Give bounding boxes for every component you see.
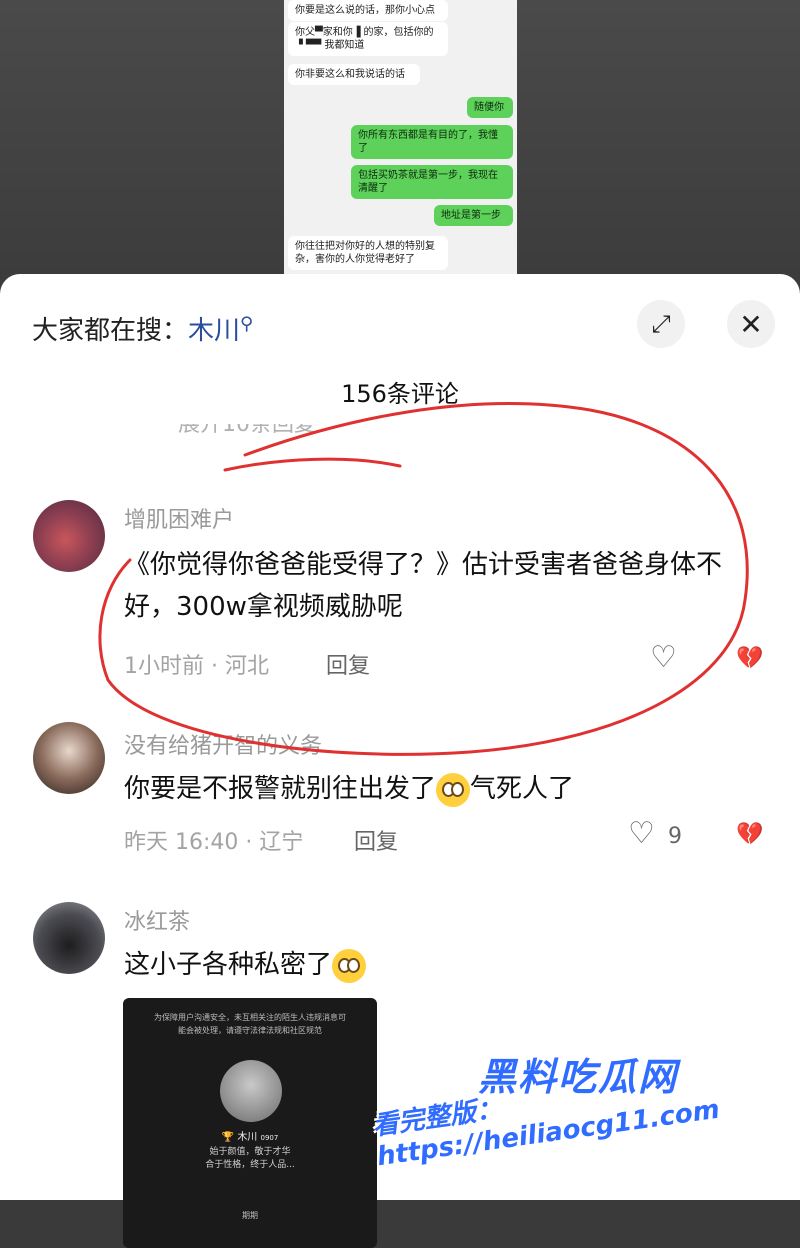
comment-meta: 昨天 16:40 · 辽宁 — [124, 830, 304, 855]
heart-icon[interactable]: ♡ — [628, 816, 655, 851]
bio-line: 始于颜值，敬于才华 — [209, 1147, 291, 1157]
comment-text: 《你觉得你爸爸能受得了？》估计受害者爸爸身体不好，300w拿视频威胁呢 — [124, 550, 723, 622]
chat-message: 地址是第一步 — [434, 205, 513, 226]
comment-text: 你要是不报警就别往出发了 气死人了 — [124, 768, 764, 810]
broken-heart-icon[interactable]: 💔 — [736, 646, 763, 671]
comment-text-part: 气死人了 — [470, 774, 575, 804]
profile-bio: 始于颜值，敬于才华 合于性格，终于人品... — [123, 1146, 377, 1172]
profile-name-suffix: 0907 — [260, 1134, 279, 1142]
comment-text-part: 你要是不报警就别往出发了 — [124, 774, 437, 804]
chat-screenshot-image: 你要是这么说的话，那你小心点 你父▀家和你▐ 的家，包括你的▝ ▀▀ 我都知道 … — [284, 0, 517, 300]
bio-line: 合于性格，终于人品... — [205, 1160, 295, 1170]
expand-button[interactable]: ⤢ — [637, 300, 685, 348]
heart-icon[interactable]: ♡ — [650, 640, 677, 675]
card-footer: 期期 — [242, 1211, 258, 1220]
profile-photo — [220, 1060, 282, 1122]
close-button[interactable]: ✕ — [727, 300, 775, 348]
chat-message: 随便你 — [467, 97, 513, 118]
profile-name-text: 木川 — [237, 1132, 258, 1143]
search-icon: ⚲ — [240, 313, 254, 335]
avatar[interactable] — [33, 902, 105, 974]
expand-replies-link[interactable]: 展开10条回复 — [178, 424, 316, 438]
comment-meta: 1小时前 · 河北 — [124, 654, 269, 679]
username[interactable]: 冰红茶 — [124, 904, 190, 936]
like-count: 9 — [668, 824, 682, 849]
profile-name: 🏆 木川 0907 — [123, 1128, 377, 1143]
avatar[interactable] — [33, 722, 105, 794]
chat-message: 你往往把对你好的人想的特别复杂，害你的人你觉得老好了 — [288, 236, 448, 270]
broken-heart-icon[interactable]: 💔 — [736, 822, 763, 847]
flushed-face-emoji-icon — [436, 772, 471, 807]
reply-button[interactable]: 回复 — [354, 824, 398, 856]
avatar[interactable] — [33, 500, 105, 572]
username[interactable]: 没有给猪开智的义务 — [124, 728, 322, 760]
chat-message: 你要是这么说的话，那你小心点 — [288, 0, 448, 21]
comment-count: 156条评论 — [341, 380, 459, 408]
expand-icon: ⤢ — [651, 310, 671, 338]
search-suggestion[interactable]: 大家都在搜：木川⚲ — [32, 310, 253, 347]
comment-sheet: 大家都在搜：木川⚲ ⤢ ✕ 156条评论 展开10条回复 增肌困难户 《你觉得你… — [0, 274, 800, 1248]
search-prefix: 大家都在搜： — [32, 316, 189, 346]
close-icon: ✕ — [739, 307, 763, 341]
reply-button[interactable]: 回复 — [326, 648, 370, 680]
search-keyword[interactable]: 木川 — [188, 316, 240, 346]
chat-message: 你非要这么和我说话的话 — [288, 64, 420, 85]
comment-text-part: 这小子各种私密了 — [124, 950, 333, 980]
chat-message: 你所有东西都是有目的了，我懂了 — [351, 125, 513, 159]
chat-message: 包括买奶茶就是第一步，我现在清醒了 — [351, 165, 513, 199]
notice-line: 为保障用户沟通安全，未互相关注的陌生人违规消息可 — [154, 1013, 346, 1022]
notice-line: 能会被处理，请遵守法律法规和社区规范 — [178, 1026, 322, 1035]
comment-text: 这小子各种私密了 — [124, 944, 764, 986]
trophy-icon: 🏆 — [221, 1132, 235, 1143]
comment-image-card[interactable]: 为保障用户沟通安全，未互相关注的陌生人违规消息可 能会被处理，请遵守法律法规和社… — [123, 998, 377, 1248]
username[interactable]: 增肌困难户 — [124, 502, 234, 534]
shushing-face-emoji-icon — [332, 948, 367, 983]
chat-message: 你父▀家和你▐ 的家，包括你的▝ ▀▀ 我都知道 — [288, 22, 448, 56]
